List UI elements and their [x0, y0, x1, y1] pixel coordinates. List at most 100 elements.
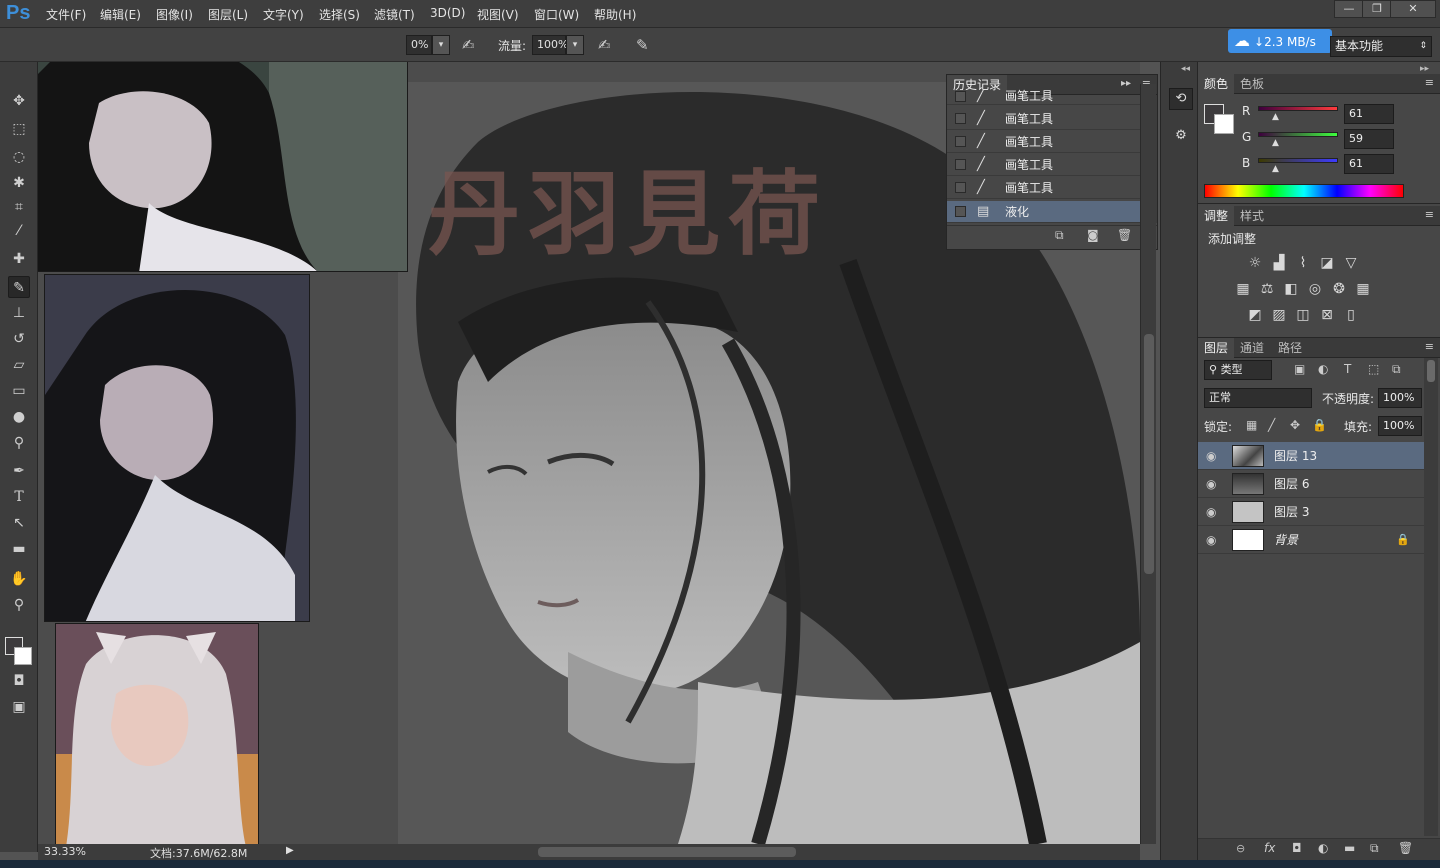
slider-handle-icon[interactable]: ▲ [1272, 138, 1279, 148]
restore-button[interactable]: ❐ [1362, 0, 1392, 18]
hue-saturation-icon[interactable]: ▦ [1234, 280, 1252, 298]
black-white-icon[interactable]: ◧ [1282, 280, 1300, 298]
path-select-tool-icon[interactable]: ↖ [8, 512, 30, 534]
green-value-field[interactable]: 59 [1344, 129, 1394, 149]
lock-pixels-icon[interactable]: ╱ [1268, 418, 1275, 432]
camera-icon[interactable]: ◙ [1087, 228, 1099, 242]
zoom-tool-icon[interactable]: ⚲ [8, 594, 30, 616]
tab-layers[interactable]: 图层 [1198, 338, 1235, 358]
new-adjustment-layer-icon[interactable]: ◐ [1318, 841, 1328, 855]
brush-tool-icon[interactable]: ✎ [8, 276, 30, 298]
posterize-icon[interactable]: ▨ [1270, 306, 1288, 324]
quick-select-tool-icon[interactable]: ✱ [8, 172, 30, 194]
layer-row-13[interactable]: ◉ 图层 13 [1198, 442, 1424, 470]
pen-tool-icon[interactable]: ✒ [8, 460, 30, 482]
menu-type[interactable]: 文字(Y) [263, 6, 304, 23]
layers-scrollbar[interactable] [1424, 358, 1438, 836]
photo-filter-icon[interactable]: ◎ [1306, 280, 1324, 298]
type-tool-icon[interactable]: T [8, 486, 30, 508]
menu-file[interactable]: 文件(F) [46, 6, 86, 23]
gradient-map-icon[interactable]: ▯ [1342, 306, 1360, 324]
vibrance-icon[interactable]: ▽ [1342, 254, 1360, 272]
healing-tool-icon[interactable]: ✚ [8, 248, 30, 270]
exposure-icon[interactable]: ◪ [1318, 254, 1336, 272]
color-lookup-icon[interactable]: ▦ [1354, 280, 1372, 298]
red-value-field[interactable]: 61 [1344, 104, 1394, 124]
background-color-chip[interactable] [1214, 114, 1234, 134]
filter-pixel-icon[interactable]: ▣ [1294, 362, 1305, 376]
invert-icon[interactable]: ◩ [1246, 306, 1264, 324]
collapse-icon[interactable]: ▸▸ [1121, 78, 1131, 89]
color-spectrum-bar[interactable] [1204, 184, 1404, 198]
selective-color-icon[interactable]: ⊠ [1318, 306, 1336, 324]
brightness-icon[interactable]: ☼ [1246, 254, 1264, 272]
tab-color[interactable]: 颜色 [1198, 74, 1235, 94]
layer-filter-select[interactable]: ⚲ 类型 [1204, 360, 1272, 380]
panel-menu-icon[interactable]: ≡ [1425, 340, 1434, 353]
tab-styles[interactable]: 样式 [1234, 206, 1270, 226]
horizontal-scroll-thumb[interactable] [538, 847, 796, 857]
stamp-tool-icon[interactable]: ⊥ [8, 302, 30, 324]
menu-view[interactable]: 视图(V) [477, 6, 519, 23]
slider-handle-icon[interactable]: ▲ [1272, 164, 1279, 174]
history-item[interactable]: ╱ 画笔工具 [947, 131, 1141, 153]
menu-select[interactable]: 选择(S) [319, 6, 360, 23]
layer-style-icon[interactable]: fx [1264, 841, 1275, 855]
filter-smart-object-icon[interactable]: ⧉ [1392, 362, 1401, 377]
levels-icon[interactable]: ▟ [1270, 254, 1288, 272]
lock-all-icon[interactable]: 🔒 [1312, 418, 1327, 432]
history-item[interactable]: ╱ 画笔工具 [947, 154, 1141, 176]
layers-scroll-thumb[interactable] [1427, 360, 1435, 382]
tab-channels[interactable]: 通道 [1234, 338, 1270, 358]
dodge-tool-icon[interactable]: ⚲ [8, 432, 30, 454]
reference-image-3[interactable] [55, 623, 259, 844]
eye-icon[interactable]: ◉ [1206, 526, 1216, 554]
history-item[interactable]: ╱ 画笔工具 [947, 177, 1141, 199]
history-item[interactable]: ╱ 画笔工具 [947, 108, 1141, 130]
red-slider[interactable] [1258, 106, 1338, 111]
blur-tool-icon[interactable]: ● [8, 406, 30, 428]
color-balance-icon[interactable]: ⚖ [1258, 280, 1276, 298]
eraser-tool-icon[interactable]: ▱ [8, 354, 30, 376]
trash-icon[interactable]: 🗑 [1398, 841, 1413, 855]
minimize-button[interactable]: — [1334, 0, 1364, 18]
flow-dropdown[interactable]: ▾ [566, 35, 584, 55]
airbrush-icon[interactable]: ✍ [598, 36, 611, 54]
zoom-level[interactable]: 33.33% [44, 845, 86, 858]
new-group-icon[interactable]: ▬ [1344, 841, 1355, 855]
menu-filter[interactable]: 滤镜(T) [374, 6, 415, 23]
opacity-field[interactable]: 0% [406, 35, 432, 55]
workspace-select[interactable]: 基本功能 ⇕ [1330, 36, 1432, 57]
fill-field[interactable]: 100% [1378, 416, 1422, 436]
menu-help[interactable]: 帮助(H) [594, 6, 636, 23]
crop-tool-icon[interactable]: ⌗ [8, 196, 30, 218]
curves-icon[interactable]: ⌇ [1294, 254, 1312, 272]
blue-value-field[interactable]: 61 [1344, 154, 1394, 174]
panel-menu-icon[interactable]: ≡ [1425, 208, 1434, 221]
threshold-icon[interactable]: ◫ [1294, 306, 1312, 324]
document-info[interactable]: 文档:37.6M/62.8M [150, 845, 247, 861]
layer-row-6[interactable]: ◉ 图层 6 [1198, 470, 1424, 498]
filter-shape-icon[interactable]: ⬚ [1368, 362, 1379, 376]
trash-icon[interactable]: 🗑 [1117, 228, 1132, 242]
pressure-opacity-icon[interactable]: ✍ [462, 36, 475, 54]
quick-mask-icon[interactable]: ◘ [8, 670, 30, 692]
history-item[interactable]: ╱ 画笔工具 [947, 89, 1141, 105]
history-item-selected[interactable]: ▤ 液化 [947, 201, 1141, 223]
add-mask-icon[interactable]: ◘ [1292, 841, 1302, 855]
vertical-scroll-thumb[interactable] [1144, 334, 1154, 574]
hand-tool-icon[interactable]: ✋ [8, 568, 30, 590]
eye-icon[interactable]: ◉ [1206, 498, 1216, 526]
eye-icon[interactable]: ◉ [1206, 470, 1216, 498]
link-layers-icon[interactable]: ⊖ [1236, 842, 1245, 855]
horizontal-scrollbar[interactable] [300, 844, 1140, 860]
background-color-swatch[interactable] [14, 647, 32, 665]
snapshot-checkbox[interactable] [955, 206, 966, 217]
tab-paths[interactable]: 路径 [1272, 338, 1308, 358]
panel-menu-icon[interactable]: ≡ [1425, 76, 1434, 89]
rectangle-tool-icon[interactable]: ▬ [8, 538, 30, 560]
vertical-scrollbar[interactable] [1140, 84, 1156, 844]
tab-adjustments[interactable]: 调整 [1198, 206, 1235, 226]
marquee-tool-icon[interactable]: ⬚ [8, 118, 30, 140]
blend-mode-select[interactable]: 正常 [1204, 388, 1312, 408]
